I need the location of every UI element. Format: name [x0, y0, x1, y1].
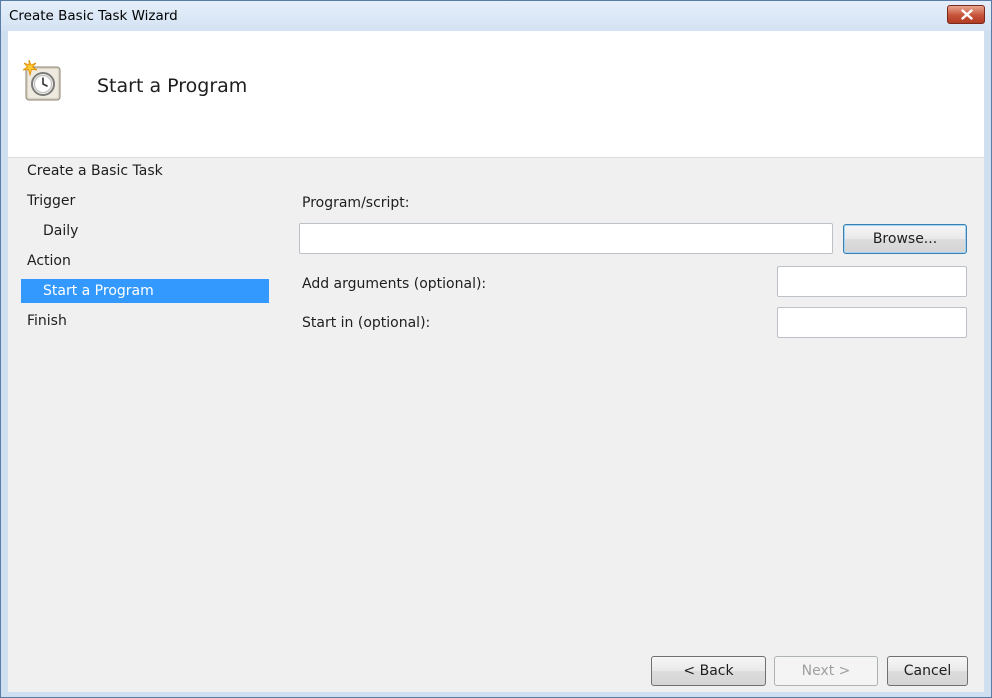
- program-script-label: Program/script:: [302, 195, 410, 211]
- back-button[interactable]: < Back: [651, 656, 766, 686]
- page-title: Start a Program: [97, 75, 248, 97]
- browse-button[interactable]: Browse...: [843, 224, 967, 254]
- start-in-label: Start in (optional):: [302, 315, 431, 331]
- add-arguments-input[interactable]: [777, 266, 967, 297]
- window-title: Create Basic Task Wizard: [9, 8, 178, 24]
- window-frame-left: [1, 31, 8, 697]
- scheduled-task-clock-icon: [22, 59, 61, 101]
- add-arguments-label: Add arguments (optional):: [302, 276, 487, 292]
- next-button[interactable]: Next >: [774, 656, 878, 686]
- program-script-input[interactable]: [299, 223, 833, 254]
- step-trigger: Trigger: [27, 193, 76, 209]
- close-icon: [961, 9, 973, 20]
- wizard-client-area: Start a Program Create a Basic Task Trig…: [8, 31, 984, 692]
- window-frame-right: [984, 31, 991, 697]
- title-bar[interactable]: Create Basic Task Wizard: [1, 1, 991, 31]
- wizard-window: Create Basic Task Wizard Start a Program…: [0, 0, 992, 698]
- step-action: Action: [27, 253, 71, 269]
- wizard-header: Start a Program: [8, 31, 984, 157]
- header-divider: [8, 157, 984, 158]
- step-daily: Daily: [43, 223, 79, 239]
- step-start-a-program: Start a Program: [21, 279, 269, 303]
- cancel-button[interactable]: Cancel: [887, 656, 968, 686]
- step-finish: Finish: [27, 313, 67, 329]
- step-create-basic-task: Create a Basic Task: [27, 163, 163, 179]
- wizard-steps: Create a Basic Task Trigger Daily Action…: [21, 159, 269, 339]
- start-in-input[interactable]: [777, 307, 967, 338]
- close-button[interactable]: [947, 5, 985, 24]
- window-frame-bottom: [1, 692, 991, 697]
